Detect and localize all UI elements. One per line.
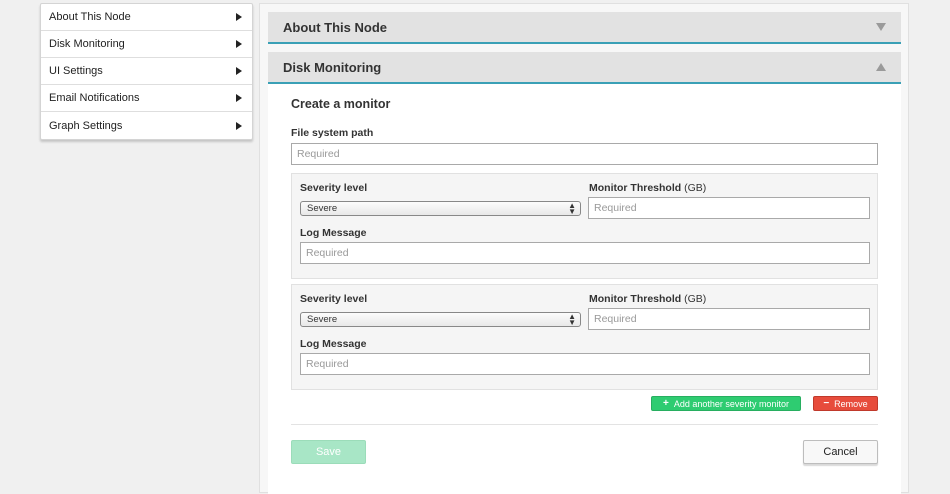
- sidebar-item-disk-monitoring[interactable]: Disk Monitoring: [41, 31, 252, 58]
- sidebar-item-label: UI Settings: [49, 65, 103, 77]
- severity-level-select[interactable]: Severe ▲ ▼: [300, 312, 581, 327]
- accordion-title: Disk Monitoring: [283, 59, 382, 75]
- monitor-threshold-label-text: Monitor Threshold: [589, 293, 682, 305]
- chevron-down-icon: [876, 23, 886, 31]
- severity-level-label: Severity level: [300, 293, 368, 305]
- minus-icon: −: [823, 398, 830, 409]
- monitor-threshold-label-text: Monitor Threshold: [589, 182, 682, 194]
- chevron-up-icon: [876, 63, 886, 71]
- form-divider: [291, 424, 878, 425]
- log-message-label: Log Message: [300, 227, 367, 239]
- sidebar-item-ui-settings[interactable]: UI Settings: [41, 58, 252, 85]
- save-button[interactable]: Save: [291, 440, 366, 464]
- disk-monitoring-form: Create a monitor File system path Severi…: [268, 84, 901, 494]
- severity-level-value: Severe: [307, 203, 338, 214]
- log-message-input[interactable]: [300, 353, 870, 375]
- sidebar-item-graph-settings[interactable]: Graph Settings: [41, 112, 252, 139]
- sidebar-item-label: About This Node: [49, 11, 131, 23]
- remove-button[interactable]: − Remove: [813, 396, 878, 411]
- monitor-threshold-label: Monitor Threshold (GB): [589, 182, 706, 194]
- plus-icon: +: [663, 398, 669, 409]
- file-system-path-input[interactable]: [291, 143, 878, 165]
- severity-level-value: Severe: [307, 314, 338, 325]
- up-down-arrows-icon: ▲ ▼: [568, 201, 576, 216]
- up-down-arrows-icon: ▲ ▼: [568, 312, 576, 327]
- threshold-unit: (GB): [684, 182, 707, 194]
- sidebar-item-label: Email Notifications: [49, 92, 140, 104]
- severity-monitor-group: Severity level Severe ▲ ▼ Monitor Thresho…: [291, 173, 878, 279]
- sidebar-item-label: Disk Monitoring: [49, 38, 125, 50]
- sidebar-menu: About This Node Disk Monitoring UI Setti…: [40, 3, 253, 140]
- cancel-button[interactable]: Cancel: [803, 440, 878, 464]
- threshold-unit: (GB): [684, 293, 707, 305]
- chevron-right-icon: [236, 13, 242, 21]
- remove-label: Remove: [834, 398, 868, 409]
- chevron-right-icon: [236, 40, 242, 48]
- severity-level-label: Severity level: [300, 182, 368, 194]
- add-severity-monitor-button[interactable]: + Add another severity monitor: [651, 396, 801, 411]
- accordion-header-about-this-node[interactable]: About This Node: [268, 12, 901, 44]
- severity-monitor-group: Severity level Severe ▲ ▼ Monitor Thresho…: [291, 284, 878, 390]
- accordion-header-disk-monitoring[interactable]: Disk Monitoring: [268, 52, 901, 84]
- file-system-path-label: File system path: [291, 127, 374, 139]
- sidebar-item-about-this-node[interactable]: About This Node: [41, 4, 252, 31]
- sidebar-item-email-notifications[interactable]: Email Notifications: [41, 85, 252, 112]
- severity-level-select[interactable]: Severe ▲ ▼: [300, 201, 581, 216]
- log-message-label: Log Message: [300, 338, 367, 350]
- monitor-threshold-input[interactable]: [588, 197, 870, 219]
- sidebar-item-label: Graph Settings: [49, 119, 123, 132]
- chevron-right-icon: [236, 121, 242, 130]
- chevron-right-icon: [236, 94, 242, 102]
- add-severity-monitor-label: Add another severity monitor: [673, 398, 789, 409]
- main-panel: About This Node Disk Monitoring Create a…: [259, 3, 909, 494]
- form-title: Create a monitor: [291, 97, 391, 111]
- monitor-threshold-label: Monitor Threshold (GB): [589, 293, 706, 305]
- log-message-input[interactable]: [300, 242, 870, 264]
- chevron-right-icon: [236, 67, 242, 75]
- accordion-title: About This Node: [283, 19, 387, 35]
- monitor-threshold-input[interactable]: [588, 308, 870, 330]
